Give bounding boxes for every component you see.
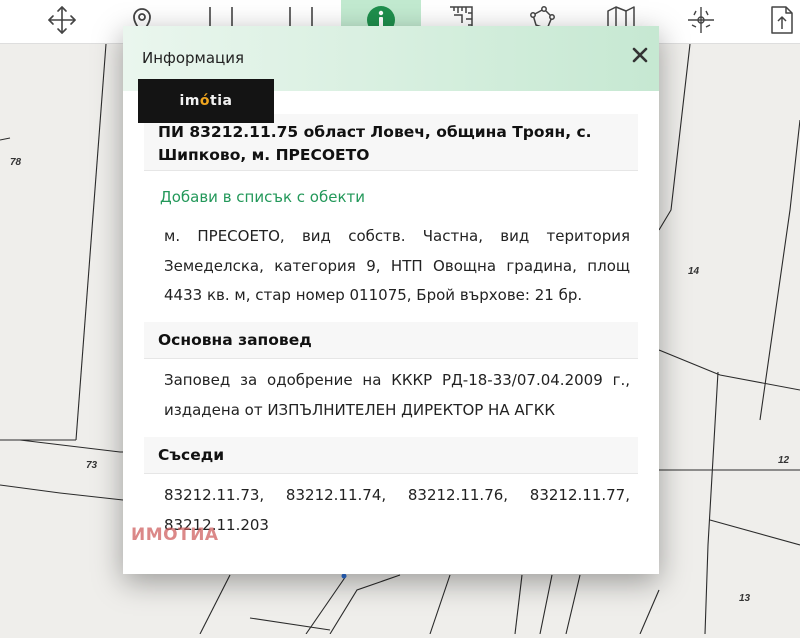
watermark-text: ИМОТИА bbox=[131, 525, 219, 545]
close-button[interactable] bbox=[629, 46, 651, 68]
parcel-number-label: 13 bbox=[739, 593, 751, 604]
info-popup: Информация ПИ 83212.11.75 област Ловеч, … bbox=[123, 26, 659, 574]
add-to-list-link[interactable]: Добави в списък с обекти bbox=[160, 188, 365, 206]
export-tool-button[interactable] bbox=[741, 0, 800, 43]
parcel-details: м. ПРЕСОЕТО, вид собств. Частна, вид тер… bbox=[164, 227, 630, 304]
coordinates-tool-button[interactable] bbox=[661, 0, 741, 43]
neighbors-heading: Съседи bbox=[144, 437, 638, 474]
close-icon bbox=[632, 47, 648, 67]
export-icon bbox=[764, 3, 798, 41]
parcel-number-label: 78 bbox=[10, 157, 22, 168]
imotia-logo: imótia bbox=[138, 79, 274, 123]
neighbors-text: 83212.11.73, 83212.11.74, 83212.11.76, 8… bbox=[164, 486, 630, 534]
popup-title: Информация bbox=[142, 49, 245, 67]
parcel-number-label: 14 bbox=[688, 266, 700, 277]
parcel-number-label: 73 bbox=[86, 460, 98, 471]
coordinates-grid-icon bbox=[684, 3, 718, 41]
move-tool-button[interactable] bbox=[22, 0, 102, 43]
order-text: Заповед за одобрение на КККР РД-18-33/07… bbox=[164, 371, 630, 419]
logo-text: imótia bbox=[179, 93, 233, 109]
parcel-number-label: 12 bbox=[778, 455, 790, 466]
move-arrows-icon bbox=[45, 3, 79, 41]
order-heading: Основна заповед bbox=[144, 322, 638, 359]
